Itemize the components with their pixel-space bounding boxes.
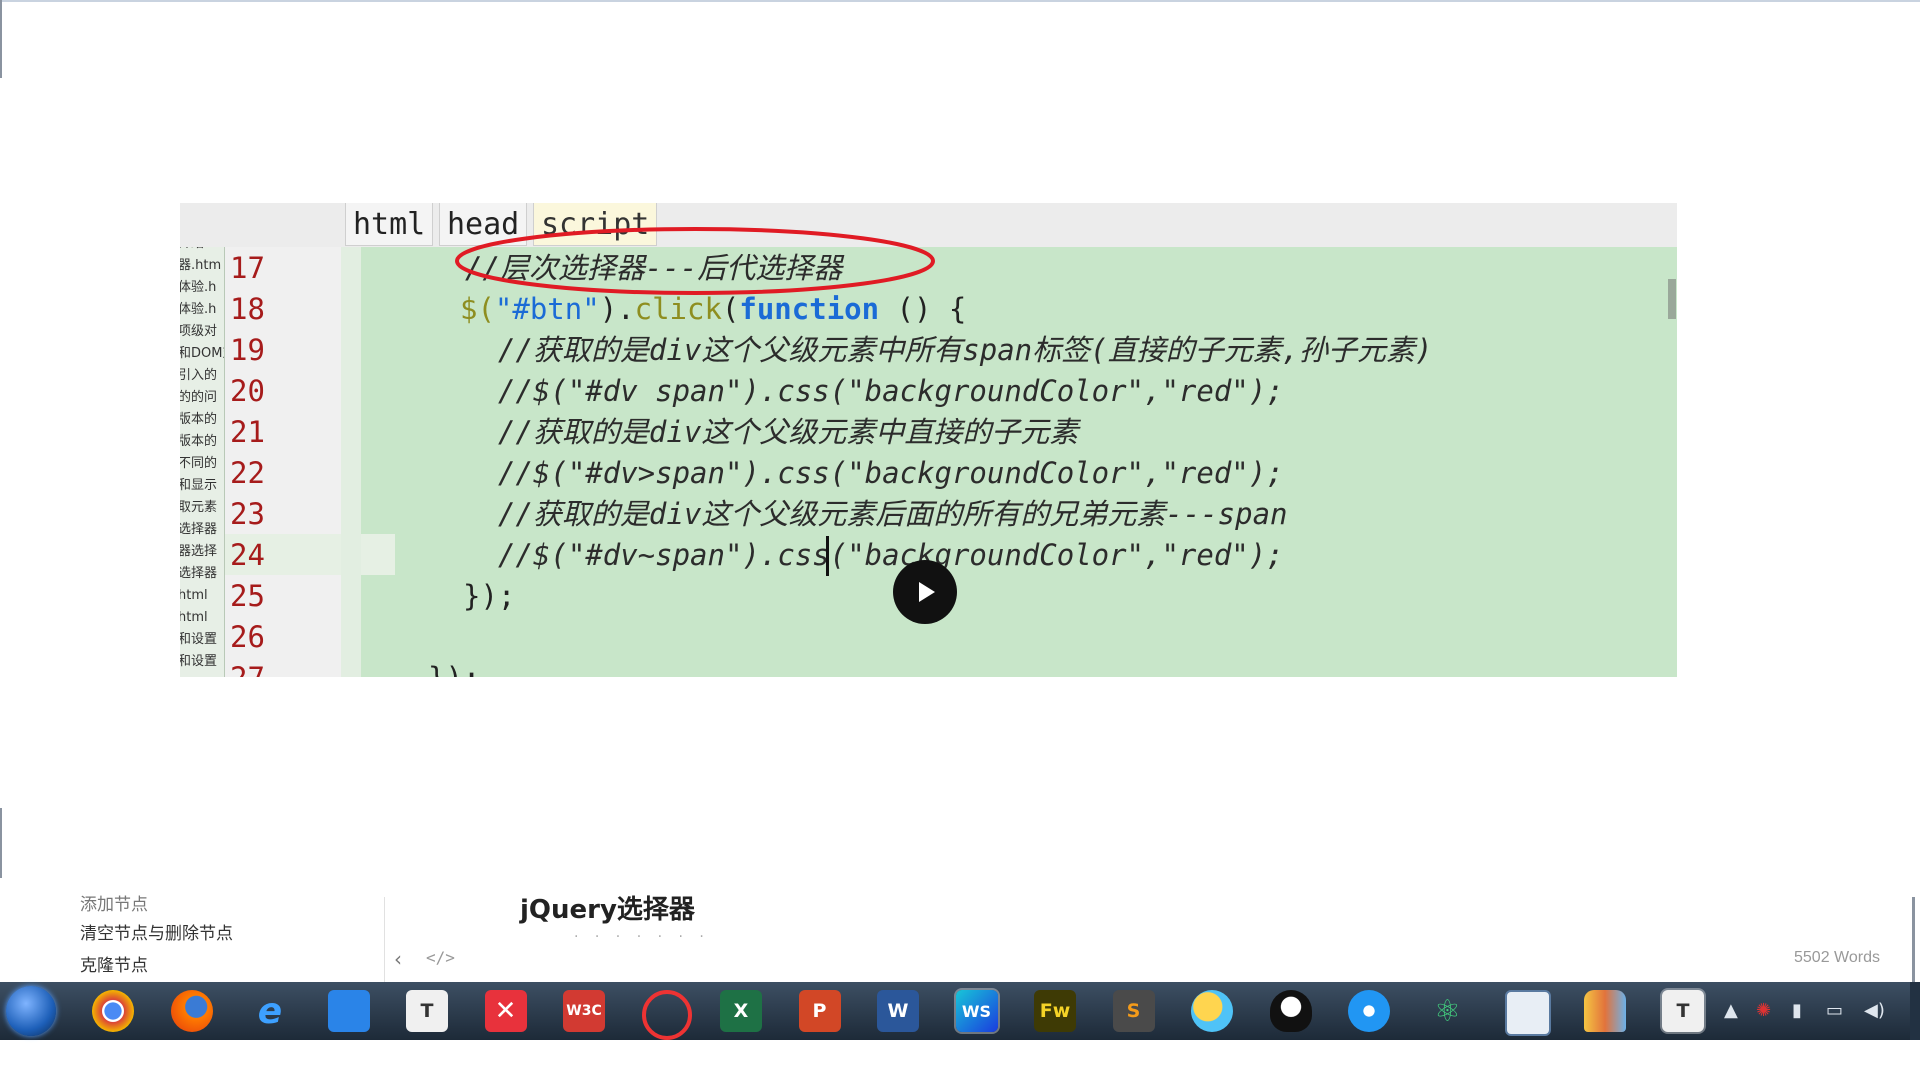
usb-icon[interactable]: ▮ bbox=[1792, 1000, 1802, 1021]
code-line-21[interactable]: //获取的是div这个父级元素中直接的子元素 bbox=[498, 412, 1078, 453]
file-tree-item[interactable]: 取元素 bbox=[180, 497, 224, 519]
line-number: 17 bbox=[230, 251, 265, 285]
editor-scrollbar[interactable] bbox=[1668, 279, 1676, 319]
sublime-icon[interactable]: S bbox=[1112, 990, 1155, 1032]
code-line-25[interactable]: }); bbox=[463, 576, 515, 617]
show-hidden-icon[interactable]: ▲ bbox=[1724, 1000, 1738, 1021]
typora-icon[interactable]: T bbox=[406, 990, 448, 1032]
media-player-icon[interactable] bbox=[1348, 990, 1390, 1032]
line-number: 19 bbox=[230, 333, 265, 367]
annotation-ellipse bbox=[455, 227, 935, 295]
volume-icon[interactable]: ◀) bbox=[1864, 1000, 1885, 1021]
code-line-20[interactable]: //$("#dv span").css("backgroundColor","r… bbox=[498, 371, 1284, 412]
arrow-app-icon[interactable] bbox=[641, 990, 692, 1040]
file-tree-item[interactable]: 版本的 bbox=[180, 409, 224, 431]
sidebar-item-add-node[interactable]: 添加节点 bbox=[80, 890, 148, 915]
fold-gutter bbox=[341, 247, 361, 677]
file-tree-item[interactable]: html bbox=[180, 585, 224, 607]
line-number: 18 bbox=[230, 292, 265, 326]
typora-active-icon[interactable]: T bbox=[1662, 990, 1704, 1032]
source-code-toggle-icon[interactable]: </> bbox=[426, 948, 455, 967]
underlying-page: 添加节点 清空节点与删除节点 克隆节点 jQuery选择器 . . . . . … bbox=[0, 895, 1912, 982]
code-line-23[interactable]: //获取的是div这个父级元素后面的所有的兄弟元素---span bbox=[498, 494, 1288, 535]
fireworks-icon[interactable]: Fw bbox=[1034, 990, 1076, 1032]
file-tree-item[interactable]: 和DOM对 bbox=[180, 343, 224, 365]
video-play-button[interactable] bbox=[893, 560, 957, 624]
doc-heading-partial: jQuery选择器 bbox=[520, 895, 695, 925]
qq-icon[interactable] bbox=[1269, 990, 1312, 1032]
line-number: 24 bbox=[230, 538, 265, 572]
line-number: 21 bbox=[230, 415, 265, 449]
chevron-left-icon[interactable]: ‹ bbox=[394, 947, 402, 971]
file-tree-item[interactable]: 体验.h bbox=[180, 277, 224, 299]
network-icon[interactable]: ▭ bbox=[1826, 1000, 1843, 1021]
file-tree-item[interactable]: 器选择 bbox=[180, 541, 224, 563]
code-line-22[interactable]: //$("#dv>span").css("backgroundColor","r… bbox=[498, 453, 1284, 494]
feiq-icon[interactable] bbox=[327, 990, 370, 1032]
webstorm-icon[interactable]: WS bbox=[955, 990, 998, 1032]
line-number: 22 bbox=[230, 456, 265, 490]
window-app-icon[interactable] bbox=[1505, 990, 1551, 1036]
line-number: 25 bbox=[230, 579, 265, 613]
file-tree-item[interactable]: 器.htm bbox=[180, 255, 224, 277]
file-tree-sidebar: 介绍.h器.htm体验.h体验.h项级对和DOM对引入的的的问版本的版本的不同的… bbox=[180, 203, 225, 677]
text-cursor bbox=[826, 536, 829, 576]
tab-html[interactable]: html bbox=[345, 203, 434, 246]
chrome-icon[interactable] bbox=[92, 990, 134, 1032]
file-tree-item[interactable]: 项级对 bbox=[180, 321, 224, 343]
file-tree-item[interactable]: 选择器 bbox=[180, 563, 224, 585]
file-tree-item[interactable]: 选择器 bbox=[180, 519, 224, 541]
file-tree-item[interactable]: 的的问 bbox=[180, 387, 224, 409]
paint-brushes-icon[interactable] bbox=[1583, 990, 1626, 1032]
red-highlight-ellipse bbox=[455, 227, 935, 295]
sidebar-item-clear-remove-node[interactable]: 清空节点与删除节点 bbox=[80, 919, 233, 944]
ie-icon[interactable]: e bbox=[249, 990, 291, 1032]
word-icon[interactable]: W bbox=[877, 990, 919, 1032]
play-icon bbox=[919, 582, 935, 602]
file-tree-item[interactable]: 和设置 bbox=[180, 651, 224, 673]
xmind-icon[interactable]: ✕ bbox=[484, 990, 527, 1032]
file-tree-item[interactable]: 和设置 bbox=[180, 629, 224, 651]
file-tree-item[interactable]: 体验.h bbox=[180, 299, 224, 321]
firefox-icon[interactable] bbox=[170, 990, 213, 1032]
line-number: 27 bbox=[230, 658, 310, 677]
sidebar-item-clone-node[interactable]: 克隆节点 bbox=[80, 951, 148, 976]
file-tree-item[interactable]: 和显示 bbox=[180, 475, 224, 497]
atom-icon[interactable]: ⚛ bbox=[1427, 990, 1469, 1032]
file-tree-item[interactable]: 版本的 bbox=[180, 431, 224, 453]
code-line-27[interactable]: }); bbox=[428, 658, 480, 677]
windows-taskbar: e T ✕ W3C X P W WS Fw S ⚛ T ▲ ✺ ▮ ▭ ◀) bbox=[0, 982, 1920, 1040]
start-button-icon[interactable] bbox=[6, 986, 56, 1036]
code-line-24[interactable]: //$("#dv~span").css("backgroundColor","r… bbox=[498, 535, 1284, 576]
line-number: 20 bbox=[230, 374, 265, 408]
top-border bbox=[0, 0, 1920, 2]
line-number: 26 bbox=[230, 620, 265, 654]
doc-dots: . . . . . . . bbox=[574, 925, 710, 941]
file-tree-item[interactable]: 不同的 bbox=[180, 453, 224, 475]
w3c-icon[interactable]: W3C bbox=[563, 990, 605, 1032]
left-edge-mark bbox=[0, 0, 2, 78]
show-desktop-button[interactable] bbox=[1910, 982, 1920, 1040]
file-tree-item[interactable]: 引入的 bbox=[180, 365, 224, 387]
word-count: 5502 Words bbox=[1794, 949, 1880, 966]
powerpoint-icon[interactable]: P bbox=[798, 990, 841, 1032]
file-tree-items: 介绍.h器.htm体验.h体验.h项级对和DOM对引入的的的问版本的版本的不同的… bbox=[180, 203, 224, 673]
line-number: 23 bbox=[230, 497, 265, 531]
doc-sidebar: 添加节点 清空节点与删除节点 克隆节点 bbox=[4, 895, 385, 982]
code-line-19[interactable]: //获取的是div这个父级元素中所有span标签(直接的子元素,孙子元素) bbox=[498, 330, 1433, 371]
chat-bubbles-icon[interactable] bbox=[1191, 990, 1233, 1032]
left-edge-mark-lower bbox=[0, 808, 2, 878]
excel-icon[interactable]: X bbox=[720, 990, 762, 1032]
file-tree-item[interactable]: html bbox=[180, 607, 224, 629]
antivirus-icon[interactable]: ✺ bbox=[1756, 1000, 1771, 1021]
